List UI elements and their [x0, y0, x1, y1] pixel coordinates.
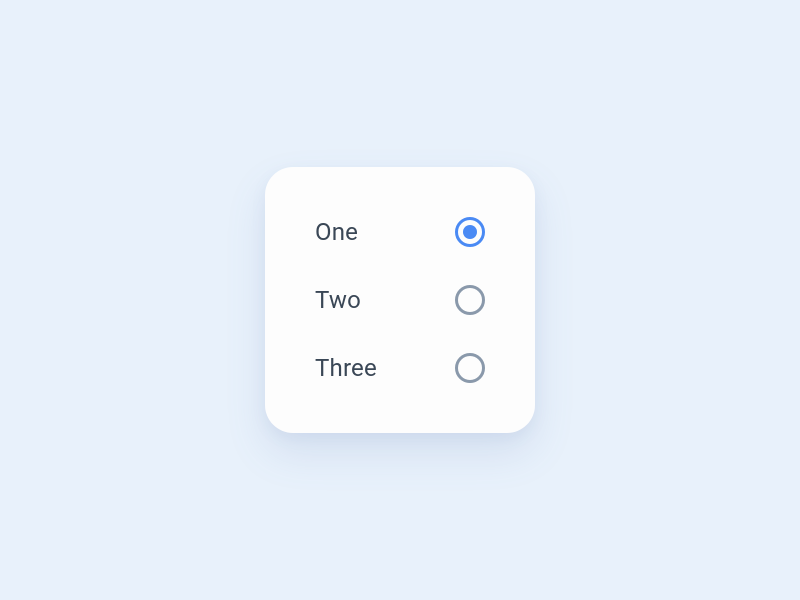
option-label: One — [315, 218, 358, 246]
radio-option-two[interactable]: Two — [315, 285, 485, 315]
radio-option-one[interactable]: One — [315, 217, 485, 247]
radio-card: One Two Three — [265, 167, 535, 433]
radio-option-three[interactable]: Three — [315, 353, 485, 383]
radio-button-unselected-icon[interactable] — [455, 285, 485, 315]
radio-button-selected-icon[interactable] — [455, 217, 485, 247]
option-label: Three — [315, 354, 377, 382]
option-label: Two — [315, 286, 361, 314]
radio-button-unselected-icon[interactable] — [455, 353, 485, 383]
